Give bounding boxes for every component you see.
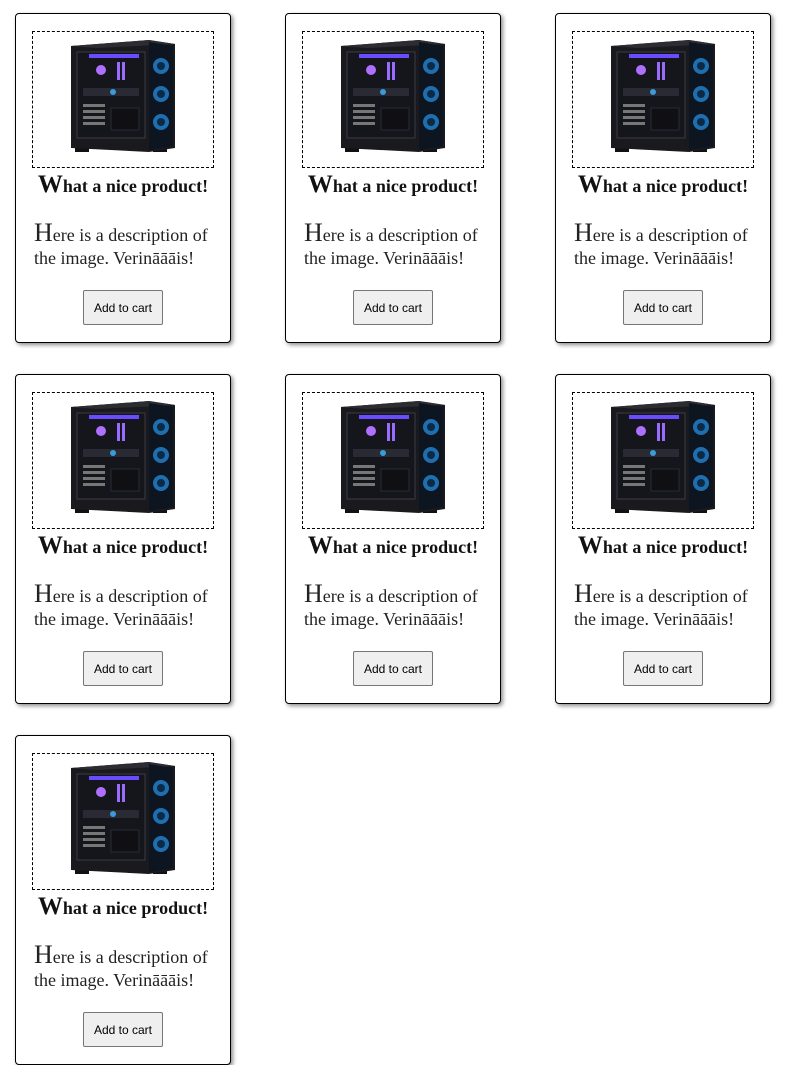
title-initial: W [37,532,63,559]
product-description: Here is a description of the image. Veri… [574,579,760,631]
product-card: What a nice product! Here is a descriptio… [15,374,231,704]
description-initial: H [34,940,53,969]
product-title: What a nice product! [286,532,500,560]
product-description: Here is a description of the image. Veri… [304,218,490,270]
title-text: hat a nice product! [62,176,209,196]
add-to-cart-button[interactable]: Add to cart [623,290,703,325]
title-initial: W [37,171,63,198]
product-description: Here is a description of the image. Veri… [34,940,220,992]
pc-tower-icon [67,399,179,522]
product-title: What a nice product! [286,171,500,199]
product-title: What a nice product! [556,532,770,560]
pc-tower-icon [337,399,449,522]
product-card: What a nice product! Here is a descriptio… [15,13,231,343]
product-image [302,392,484,529]
description-text: ere is a description of the image. Verin… [34,225,208,268]
product-image [572,31,754,168]
add-to-cart-button[interactable]: Add to cart [83,1012,163,1047]
title-text: hat a nice product! [602,537,749,557]
product-title: What a nice product! [556,171,770,199]
product-description: Here is a description of the image. Veri… [304,579,490,631]
description-text: ere is a description of the image. Verin… [304,225,478,268]
product-grid: What a nice product! Here is a descriptio… [15,13,771,1065]
title-initial: W [37,893,63,920]
description-initial: H [304,218,323,247]
product-image [32,31,214,168]
pc-tower-icon [67,760,179,883]
description-initial: H [304,579,323,608]
title-initial: W [307,171,333,198]
description-initial: H [574,218,593,247]
title-text: hat a nice product! [332,537,479,557]
description-initial: H [34,579,53,608]
add-to-cart-button[interactable]: Add to cart [623,651,703,686]
product-card: What a nice product! Here is a descriptio… [285,13,501,343]
title-initial: W [577,532,603,559]
product-image [32,753,214,890]
pc-tower-icon [67,38,179,161]
pc-tower-icon [337,38,449,161]
product-description: Here is a description of the image. Veri… [574,218,760,270]
add-to-cart-button[interactable]: Add to cart [353,651,433,686]
description-text: ere is a description of the image. Verin… [304,586,478,629]
pc-tower-icon [607,38,719,161]
description-text: ere is a description of the image. Verin… [574,225,748,268]
product-image [572,392,754,529]
product-image [32,392,214,529]
description-initial: H [574,579,593,608]
description-text: ere is a description of the image. Verin… [34,947,208,990]
add-to-cart-button[interactable]: Add to cart [353,290,433,325]
title-text: hat a nice product! [62,537,209,557]
title-initial: W [307,532,333,559]
product-card: What a nice product! Here is a descriptio… [555,13,771,343]
product-card: What a nice product! Here is a descriptio… [15,735,231,1065]
product-image [302,31,484,168]
product-title: What a nice product! [16,171,230,199]
title-text: hat a nice product! [602,176,749,196]
product-description: Here is a description of the image. Veri… [34,579,220,631]
product-title: What a nice product! [16,532,230,560]
description-text: ere is a description of the image. Verin… [574,586,748,629]
add-to-cart-button[interactable]: Add to cart [83,651,163,686]
title-text: hat a nice product! [332,176,479,196]
product-title: What a nice product! [16,893,230,921]
description-text: ere is a description of the image. Verin… [34,586,208,629]
title-text: hat a nice product! [62,898,209,918]
title-initial: W [577,171,603,198]
product-card: What a nice product! Here is a descriptio… [285,374,501,704]
product-card: What a nice product! Here is a descriptio… [555,374,771,704]
description-initial: H [34,218,53,247]
add-to-cart-button[interactable]: Add to cart [83,290,163,325]
product-description: Here is a description of the image. Veri… [34,218,220,270]
pc-tower-icon [607,399,719,522]
